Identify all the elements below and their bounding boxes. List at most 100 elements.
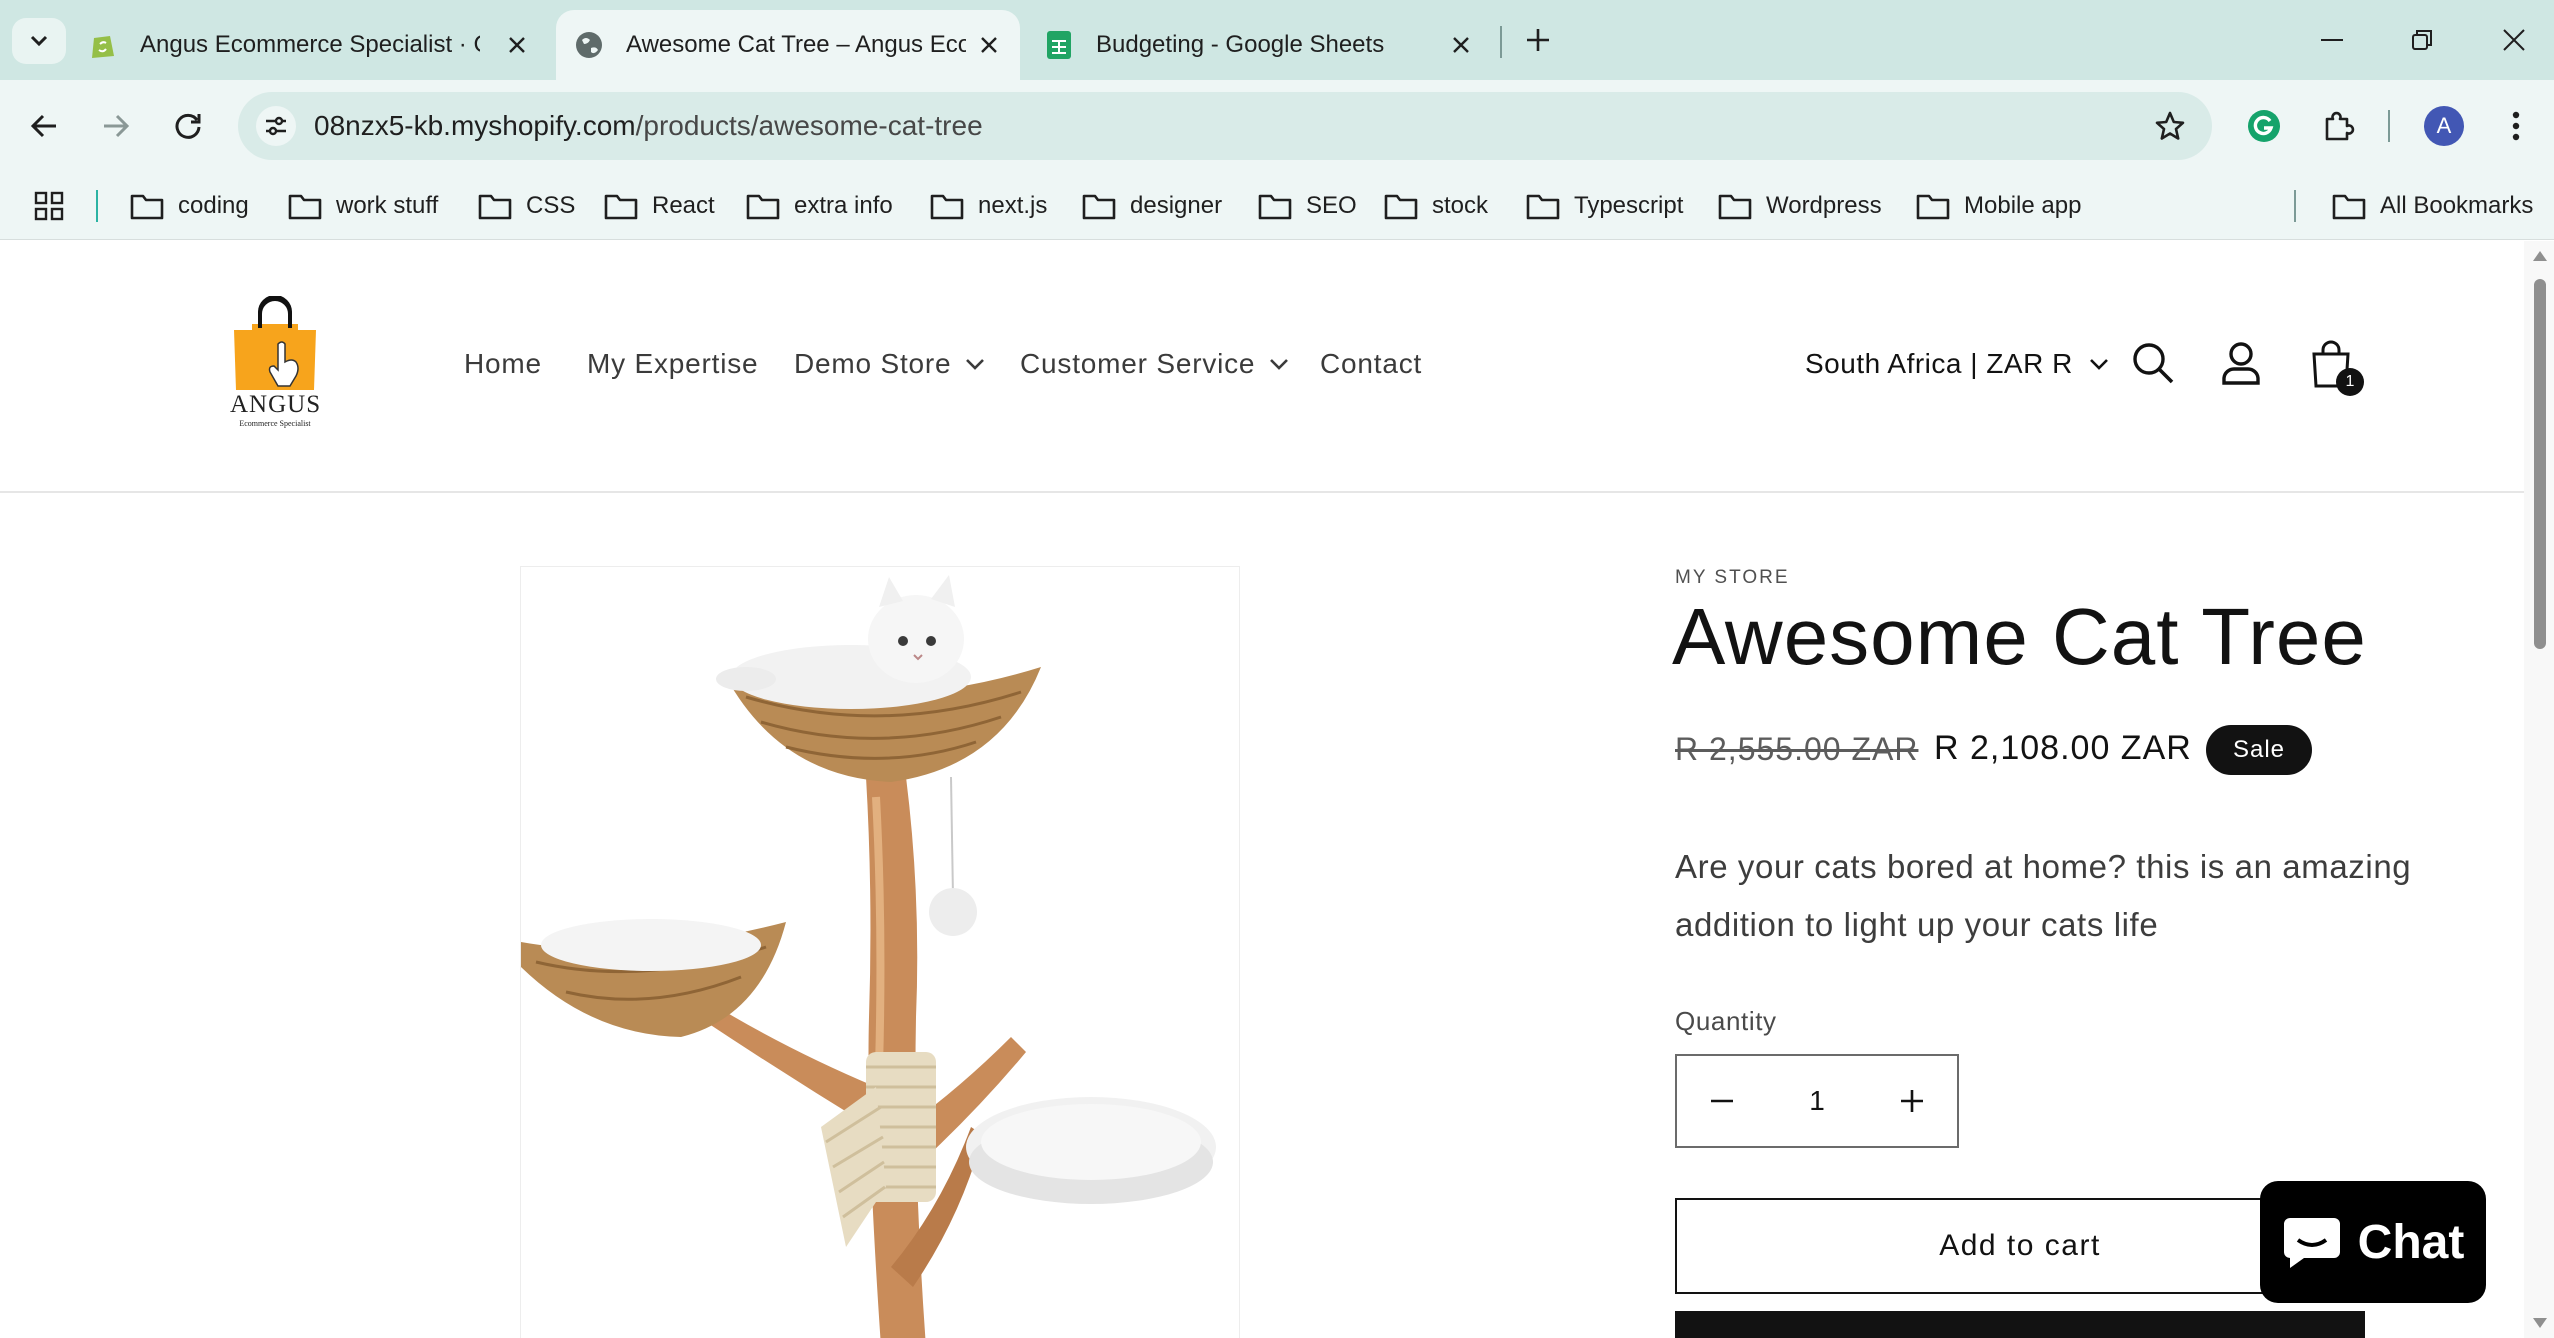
sale-price: R 2,108.00 ZAR xyxy=(1934,729,2192,767)
nav-my-expertise[interactable]: My Expertise xyxy=(587,348,758,380)
folder-icon xyxy=(2332,194,2366,220)
compare-at-price: R 2,555.00 ZAR xyxy=(1675,731,1919,767)
folder-icon xyxy=(1916,194,1950,220)
address-bar[interactable]: 08nzx5-kb.myshopify.com/products/awesome… xyxy=(238,92,2212,160)
url-path: /products/awesome-cat-tree xyxy=(635,110,983,141)
page-scrollbar[interactable] xyxy=(2524,241,2554,1338)
nav-demo-store[interactable]: Demo Store xyxy=(794,348,985,380)
forward-button[interactable] xyxy=(92,102,140,150)
tab-budgeting-sheets[interactable]: Budgeting - Google Sheets xyxy=(1044,10,1492,80)
bookmark-folder-work-stuff[interactable]: work stuff xyxy=(288,186,438,226)
arrow-left-icon xyxy=(30,114,56,138)
user-icon xyxy=(2222,342,2260,385)
reload-button[interactable] xyxy=(164,102,212,150)
bookmark-label: Wordpress xyxy=(1766,192,1882,219)
apps-button[interactable] xyxy=(34,186,64,226)
bookmark-folder-next-js[interactable]: next.js xyxy=(930,186,1047,226)
restore-button[interactable] xyxy=(2402,20,2442,60)
all-bookmarks-folder[interactable]: All Bookmarks xyxy=(2332,186,2533,226)
bookmark-folder-css[interactable]: CSS xyxy=(478,186,575,226)
tab-search-button[interactable] xyxy=(12,18,66,64)
chat-bubble-icon xyxy=(2283,1218,2340,1268)
bookmark-folder-coding[interactable]: coding xyxy=(130,186,249,226)
logo-tagline: Ecommerce Specialist xyxy=(239,419,311,428)
bookmarks-divider xyxy=(96,190,98,222)
bookmark-folder-designer[interactable]: designer xyxy=(1082,186,1222,226)
bookmark-folder-react[interactable]: React xyxy=(604,186,715,226)
nav-contact[interactable]: Contact xyxy=(1320,348,1422,380)
account-button[interactable] xyxy=(2216,336,2266,390)
bookmark-label: work stuff xyxy=(336,192,439,219)
bookmark-folder-typescript[interactable]: Typescript xyxy=(1526,186,1683,226)
store-logo[interactable]: ANGUS Ecommerce Specialist xyxy=(230,296,320,436)
close-window-button[interactable] xyxy=(2494,20,2534,60)
grammarly-icon xyxy=(2248,110,2280,142)
grammarly-extension-button[interactable] xyxy=(2240,102,2288,150)
tab-title: Angus Ecommerce Specialist · C xyxy=(140,31,480,58)
buy-it-now-button[interactable] xyxy=(1675,1311,2365,1338)
country-currency-selector[interactable]: South Africa | ZAR R xyxy=(1805,348,2109,380)
nav-label: Customer Service xyxy=(1020,348,1256,379)
browser-menu-button[interactable] xyxy=(2492,102,2540,150)
cart-button[interactable]: 1 xyxy=(2306,336,2364,396)
shopify-icon xyxy=(88,30,118,60)
scrollbar-thumb[interactable] xyxy=(2534,279,2546,649)
tab-angus-ecommerce[interactable]: Angus Ecommerce Specialist · C xyxy=(88,10,548,80)
new-tab-button[interactable] xyxy=(1518,20,1558,60)
store-page: ANGUS Ecommerce Specialist Home My Exper… xyxy=(0,241,2524,1338)
close-icon[interactable] xyxy=(1448,32,1474,58)
tab-awesome-cat-tree[interactable]: Awesome Cat Tree – Angus Eco xyxy=(556,10,1020,80)
puzzle-icon xyxy=(2325,111,2355,141)
shopping-bag-logo-icon xyxy=(234,296,316,390)
nav-home[interactable]: Home xyxy=(464,348,542,380)
chevron-down-icon xyxy=(2089,359,2108,370)
site-settings-icon[interactable] xyxy=(256,106,296,146)
profile-avatar[interactable]: A xyxy=(2424,106,2464,146)
bookmark-label: next.js xyxy=(978,192,1048,219)
nav-label: Demo Store xyxy=(794,348,952,379)
minimize-button[interactable] xyxy=(2312,20,2352,60)
close-icon xyxy=(2503,29,2525,51)
bookmark-folder-extra-info[interactable]: extra info xyxy=(746,186,893,226)
scroll-down-arrow[interactable] xyxy=(2533,1318,2547,1328)
folder-icon xyxy=(1082,194,1116,220)
quantity-input[interactable]: 1 xyxy=(1767,1056,1867,1146)
folder-icon xyxy=(1258,194,1292,220)
close-icon[interactable] xyxy=(504,32,530,58)
star-icon xyxy=(2155,111,2185,140)
folder-icon xyxy=(288,194,322,220)
sale-badge: Sale xyxy=(2206,725,2312,775)
chevron-down-icon xyxy=(30,35,48,47)
bookmark-folder-stock[interactable]: stock xyxy=(1384,186,1488,226)
chat-label: Chat xyxy=(2357,1215,2465,1269)
quantity-stepper: 1 xyxy=(1675,1054,1959,1148)
bookmarks-divider xyxy=(2294,190,2296,222)
decrease-quantity-button[interactable] xyxy=(1677,1056,1767,1146)
folder-icon xyxy=(604,194,638,220)
plus-icon xyxy=(1527,29,1549,51)
quantity-label: Quantity xyxy=(1675,1006,1777,1036)
folder-icon xyxy=(1526,194,1560,220)
cat-tree-image xyxy=(521,575,1216,1338)
bookmark-label: designer xyxy=(1130,192,1223,219)
search-button[interactable] xyxy=(2128,336,2178,390)
bookmark-label: React xyxy=(652,192,715,219)
increase-quantity-button[interactable] xyxy=(1867,1056,1957,1146)
nav-label: Contact xyxy=(1320,348,1423,379)
bookmark-label: Typescript xyxy=(1574,192,1684,219)
bookmark-label: CSS xyxy=(526,192,576,219)
nav-customer-service[interactable]: Customer Service xyxy=(1020,348,1289,380)
back-button[interactable] xyxy=(20,102,68,150)
bookmark-star-button[interactable] xyxy=(2150,106,2190,146)
more-vertical-icon xyxy=(2512,111,2520,141)
logo-wordmark: ANGUS xyxy=(230,391,322,418)
bookmark-folder-mobile-app[interactable]: Mobile app xyxy=(1916,186,2081,226)
chat-widget-button[interactable]: Chat xyxy=(2260,1181,2486,1303)
scroll-up-arrow[interactable] xyxy=(2533,251,2547,261)
bookmark-folder-seo[interactable]: SEO xyxy=(1258,186,1357,226)
close-icon[interactable] xyxy=(976,32,1002,58)
bookmark-folder-wordpress[interactable]: Wordpress xyxy=(1718,186,1882,226)
product-image[interactable] xyxy=(520,566,1240,1338)
extensions-button[interactable] xyxy=(2314,102,2362,150)
product-vendor: MY STORE xyxy=(1675,567,1790,588)
